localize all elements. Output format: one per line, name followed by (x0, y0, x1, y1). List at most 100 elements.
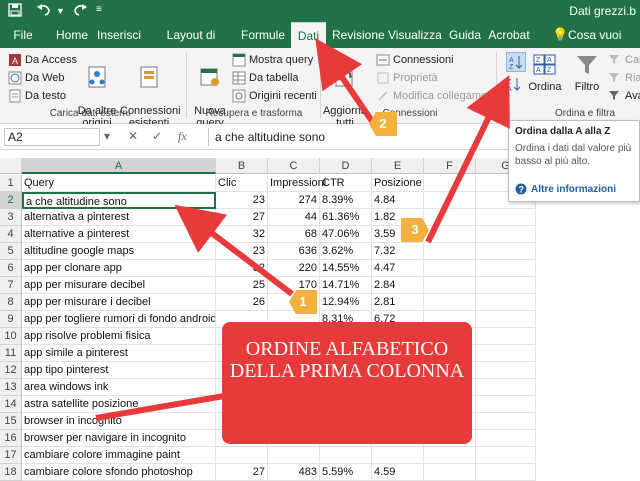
table-cell[interactable]: Clic (216, 175, 268, 192)
cancella-button[interactable]: Canc (608, 53, 640, 67)
tab-home[interactable]: Home (52, 22, 92, 48)
tab-visualizza[interactable]: Visualizza (388, 22, 442, 48)
row-header[interactable]: 15 (0, 413, 22, 430)
table-cell[interactable] (424, 294, 476, 311)
table-cell[interactable]: app per clonare app (22, 260, 216, 277)
table-cell[interactable]: 44 (268, 209, 320, 226)
column-header-b[interactable]: B (216, 158, 268, 174)
table-cell[interactable]: 27 (216, 464, 268, 481)
tab-dati[interactable]: Dati (291, 22, 326, 48)
da-access-button[interactable]: A Da Access (8, 53, 77, 67)
table-cell[interactable]: 23 (216, 192, 268, 209)
table-cell[interactable] (216, 447, 268, 464)
row-header[interactable]: 2 (0, 192, 22, 209)
row-header[interactable]: 17 (0, 447, 22, 464)
modifica-collegamenti-button[interactable]: Modifica collegamenti (376, 89, 499, 103)
row-header[interactable]: 14 (0, 396, 22, 413)
table-cell[interactable]: 220 (268, 260, 320, 277)
table-cell[interactable] (476, 430, 536, 447)
table-cell[interactable]: 7.32 (372, 243, 424, 260)
da-testo-button[interactable]: Da testo (8, 89, 66, 103)
table-cell[interactable] (476, 413, 536, 430)
table-cell[interactable]: 47.06% (320, 226, 372, 243)
table-cell[interactable]: 274 (268, 192, 320, 209)
tab-file[interactable]: File (8, 22, 38, 48)
column-header-d[interactable]: D (320, 158, 372, 174)
table-cell[interactable] (424, 464, 476, 481)
sort-z-a-button[interactable]: ZA (506, 76, 522, 92)
tab-inserisci[interactable]: Inserisci (96, 22, 142, 48)
table-cell[interactable]: 4.84 (372, 192, 424, 209)
row-header[interactable]: 7 (0, 277, 22, 294)
table-cell[interactable] (424, 260, 476, 277)
row-header[interactable]: 5 (0, 243, 22, 260)
table-cell[interactable]: app per togliere rumori di fondo android (22, 311, 216, 328)
table-cell[interactable]: 636 (268, 243, 320, 260)
sort-a-z-button[interactable]: AZ (506, 52, 526, 72)
name-box[interactable]: A2 (4, 128, 100, 146)
row-header[interactable]: 9 (0, 311, 22, 328)
table-cell[interactable]: 14.55% (320, 260, 372, 277)
tell-me-search[interactable]: Cosa vuoi fare? (568, 22, 640, 68)
table-cell[interactable]: 23 (216, 243, 268, 260)
table-cell[interactable] (268, 447, 320, 464)
table-cell[interactable]: app per misurare i decibel (22, 294, 216, 311)
table-cell[interactable] (476, 260, 536, 277)
insert-function-button[interactable]: fx (178, 129, 187, 144)
table-cell[interactable]: 3.62% (320, 243, 372, 260)
table-cell[interactable] (476, 447, 536, 464)
cancel-icon[interactable]: ✕ (128, 129, 138, 143)
table-cell[interactable]: 4.47 (372, 260, 424, 277)
origini-recenti-button[interactable]: Origini recenti (232, 89, 317, 103)
table-cell[interactable] (424, 192, 476, 209)
column-header-e[interactable]: E (372, 158, 424, 174)
table-cell[interactable] (476, 311, 536, 328)
table-cell[interactable]: browser per navigare in incognito (22, 430, 216, 447)
table-cell[interactable]: Impressioni (268, 175, 326, 192)
connessioni-button[interactable]: Connessioni (376, 53, 454, 67)
da-web-button[interactable]: Da Web (8, 71, 65, 85)
table-cell[interactable]: area windows ink (22, 379, 216, 396)
table-cell[interactable] (476, 464, 536, 481)
active-cell[interactable]: a che altitudine sono (22, 192, 216, 209)
table-cell[interactable] (424, 175, 476, 192)
table-cell[interactable] (476, 209, 536, 226)
more-info-link[interactable]: ? Altre informazioni (515, 183, 616, 195)
table-cell[interactable] (476, 379, 536, 396)
table-cell[interactable] (476, 294, 536, 311)
table-cell[interactable] (424, 447, 476, 464)
table-cell[interactable] (476, 345, 536, 362)
table-cell[interactable]: alternative a pinterest (22, 226, 216, 243)
tab-revisione[interactable]: Revisione (332, 22, 385, 48)
table-cell[interactable]: app simile a pinterest (22, 345, 216, 362)
save-icon[interactable] (8, 3, 22, 20)
table-cell[interactable]: 32 (216, 226, 268, 243)
tab-layout-di-pagina[interactable]: Layout di pagina (148, 22, 234, 68)
row-header[interactable]: 18 (0, 464, 22, 481)
name-box-dropdown-icon[interactable]: ▾ (104, 129, 110, 143)
table-cell[interactable] (476, 362, 536, 379)
table-cell[interactable] (476, 328, 536, 345)
row-header[interactable]: 13 (0, 379, 22, 396)
table-cell[interactable]: CTR (320, 175, 372, 192)
row-header[interactable]: 8 (0, 294, 22, 311)
ordina-button[interactable]: ZAAZ Ordina (528, 52, 562, 93)
column-header-a[interactable]: A (22, 158, 216, 174)
column-header-f[interactable]: F (424, 158, 476, 174)
table-cell[interactable] (476, 243, 536, 260)
select-all-corner[interactable] (0, 158, 22, 174)
table-cell[interactable]: Posizione (372, 175, 424, 192)
table-cell[interactable]: app risolve problemi fisica (22, 328, 216, 345)
table-cell[interactable]: 25 (216, 277, 268, 294)
table-cell[interactable]: 68 (268, 226, 320, 243)
table-cell[interactable]: 2.81 (372, 294, 424, 311)
tab-formule[interactable]: Formule (240, 22, 286, 48)
row-header[interactable]: 10 (0, 328, 22, 345)
table-cell[interactable] (424, 243, 476, 260)
avanzate-button[interactable]: Avan (608, 89, 640, 103)
table-cell[interactable]: 12.94% (320, 294, 372, 311)
undo-icon[interactable] (36, 3, 52, 20)
table-cell[interactable]: cambiare colore immagine paint (22, 447, 216, 464)
redo-icon[interactable] (72, 3, 88, 20)
tab-guida[interactable]: Guida (448, 22, 482, 48)
